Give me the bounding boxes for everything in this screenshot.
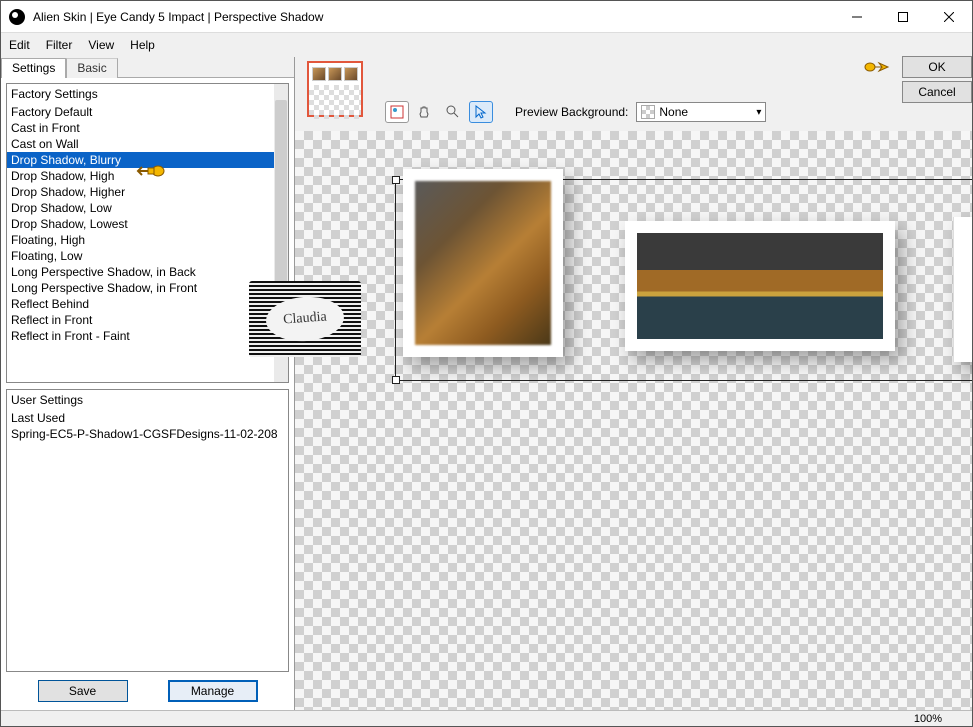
preview-canvas[interactable] [295, 131, 972, 710]
titlebar: Alien Skin | Eye Candy 5 Impact | Perspe… [1, 1, 972, 33]
menu-view[interactable]: View [88, 38, 114, 52]
zoom-tool-icon[interactable] [441, 101, 465, 123]
tab-basic[interactable]: Basic [66, 58, 117, 78]
user-item[interactable]: Spring-EC5-P-Shadow1-CGSFDesigns-11-02-2… [7, 426, 288, 442]
preview-bg-label: Preview Background: [515, 105, 628, 119]
hand-tool-icon[interactable] [413, 101, 437, 123]
menu-edit[interactable]: Edit [9, 38, 30, 52]
factory-item[interactable]: Floating, Low [7, 248, 288, 264]
factory-item[interactable]: Reflect in Front - Faint [7, 328, 288, 344]
save-button[interactable]: Save [38, 680, 128, 702]
preview-image-1 [403, 169, 563, 357]
user-settings-list[interactable]: User Settings Last UsedSpring-EC5-P-Shad… [6, 389, 289, 672]
preview-image-3 [953, 217, 972, 362]
chevron-down-icon: ▾ [756, 107, 761, 118]
factory-header: Factory Settings [7, 84, 288, 104]
factory-item[interactable]: Drop Shadow, Low [7, 200, 288, 216]
factory-item[interactable]: Drop Shadow, Higher [7, 184, 288, 200]
factory-item[interactable]: Factory Default [7, 104, 288, 120]
arrow-tool-icon[interactable] [469, 101, 493, 123]
pointer-icon [136, 161, 166, 181]
preview-bg-value: None [659, 105, 688, 119]
statusbar: 100% [1, 710, 972, 726]
factory-settings-list[interactable]: Factory Settings Factory DefaultCast in … [6, 83, 289, 383]
factory-item[interactable]: Long Perspective Shadow, in Back [7, 264, 288, 280]
checker-swatch-icon [641, 105, 655, 119]
preset-thumbnail[interactable] [307, 61, 363, 117]
manage-button[interactable]: Manage [168, 680, 258, 702]
close-button[interactable] [926, 1, 972, 33]
factory-item[interactable]: Drop Shadow, Lowest [7, 216, 288, 232]
factory-item[interactable]: Floating, High [7, 232, 288, 248]
factory-item[interactable]: Cast in Front [7, 120, 288, 136]
preview-image-2 [625, 221, 895, 351]
pointer-icon [864, 57, 894, 77]
cancel-button[interactable]: Cancel [902, 81, 972, 103]
fit-tool-icon[interactable] [385, 101, 409, 123]
app-icon [9, 9, 25, 25]
factory-item[interactable]: Reflect in Front [7, 312, 288, 328]
tab-strip: Settings Basic [1, 57, 294, 77]
window-title: Alien Skin | Eye Candy 5 Impact | Perspe… [33, 10, 834, 24]
factory-item[interactable]: Long Perspective Shadow, in Front [7, 280, 288, 296]
factory-item[interactable]: Cast on Wall [7, 136, 288, 152]
menubar: Edit Filter View Help [1, 33, 972, 57]
right-panel: OK Cancel Preview Background: None ▾ [295, 57, 972, 710]
menu-help[interactable]: Help [130, 38, 155, 52]
ok-button[interactable]: OK [902, 56, 972, 78]
zoom-level: 100% [914, 713, 942, 725]
user-item[interactable]: Last Used [7, 410, 288, 426]
preview-bg-select[interactable]: None ▾ [636, 102, 766, 122]
menu-filter[interactable]: Filter [46, 38, 73, 52]
watermark-text: Claudia [265, 294, 346, 343]
maximize-button[interactable] [880, 1, 926, 33]
watermark: Claudia [249, 281, 361, 357]
preview-toolbar: Preview Background: None ▾ [385, 101, 766, 123]
factory-item[interactable]: Reflect Behind [7, 296, 288, 312]
user-header: User Settings [7, 390, 288, 410]
minimize-button[interactable] [834, 1, 880, 33]
left-panel: Settings Basic Factory Settings Factory … [1, 57, 295, 710]
tab-settings[interactable]: Settings [1, 58, 66, 78]
